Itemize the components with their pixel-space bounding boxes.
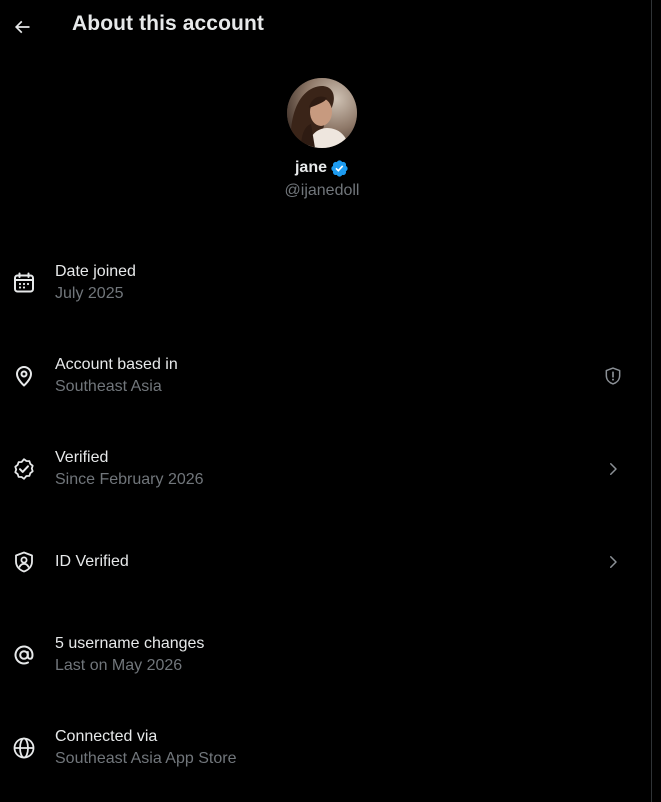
row-text: Verified Since February 2026 <box>55 447 204 491</box>
account-info-list: Date joined July 2025 Account based in S… <box>0 236 652 794</box>
row-label: ID Verified <box>55 552 129 570</box>
row-label: Verified <box>55 448 109 466</box>
row-label: Connected via <box>55 727 158 745</box>
row-label: Account based in <box>55 355 178 373</box>
display-name: jane <box>294 159 327 176</box>
verified-check-icon <box>14 457 34 480</box>
row-text: ID Verified <box>55 551 129 573</box>
row-chevron <box>602 551 624 573</box>
row-sub: Southeast Asia <box>55 377 162 395</box>
back-button[interactable] <box>6 11 38 43</box>
globe-icon <box>13 737 35 758</box>
arrow-left-icon <box>14 20 30 34</box>
location-pin-icon <box>16 365 32 386</box>
row-sub: Since February 2026 <box>55 470 204 488</box>
row-text: Connected via Southeast Asia App Store <box>55 726 236 770</box>
row-verified[interactable]: Verified Since February 2026 <box>0 422 652 515</box>
header: About this account <box>0 0 652 54</box>
row-connected-via: Connected via Southeast Asia App Store <box>0 701 652 794</box>
row-sub: July 2025 <box>55 284 124 302</box>
row-sub: Last on May 2026 <box>55 656 183 674</box>
chevron-right-icon <box>610 462 617 475</box>
profile-photo <box>287 78 357 148</box>
row-username-changes: 5 username changes Last on May 2026 <box>0 608 652 701</box>
chevron-right-icon <box>610 555 617 568</box>
row-label: Date joined <box>55 262 136 280</box>
avatar[interactable] <box>287 78 357 148</box>
row-label: 5 username changes <box>55 634 205 652</box>
info-button[interactable] <box>602 365 624 387</box>
row-text: Date joined July 2025 <box>55 261 136 305</box>
verified-badge-icon <box>331 159 348 177</box>
row-account-based-in: Account based in Southeast Asia <box>0 329 652 422</box>
row-sub: Southeast Asia App Store <box>55 749 237 767</box>
id-shield-icon <box>15 551 33 572</box>
profile-summary: jane @ijanedoll <box>0 78 644 200</box>
handle: @ijanedoll <box>284 182 360 199</box>
row-date-joined: Date joined July 2025 <box>0 236 652 329</box>
name-row: jane <box>0 158 644 178</box>
calendar-icon <box>14 272 34 292</box>
shield-alert-icon <box>605 366 621 385</box>
row-id-verified[interactable]: ID Verified <box>0 515 652 608</box>
at-sign-icon <box>14 645 34 664</box>
row-text: 5 username changes Last on May 2026 <box>55 633 204 677</box>
row-chevron <box>602 458 624 480</box>
row-text: Account based in Southeast Asia <box>55 354 178 398</box>
page-title: About this account <box>72 12 264 35</box>
